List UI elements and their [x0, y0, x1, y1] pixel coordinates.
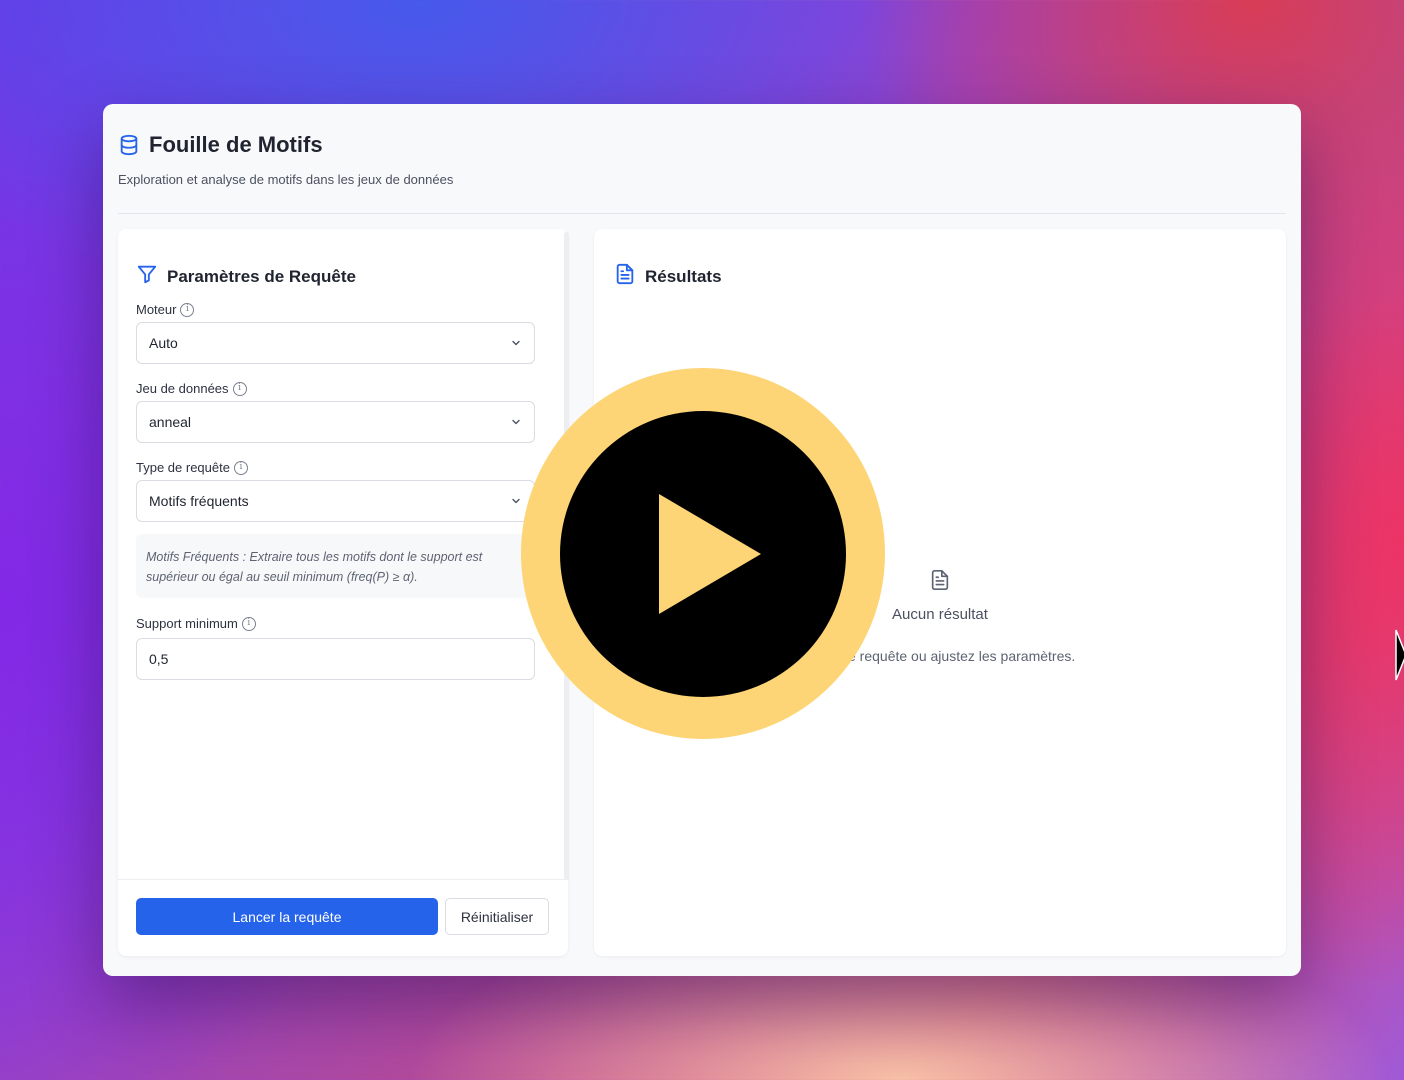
parameters-heading-label: Paramètres de Requête [167, 266, 356, 286]
title-row: Fouille de Motifs [118, 132, 1286, 158]
panel-footer-divider [118, 879, 568, 880]
reset-button[interactable]: Réinitialiser [445, 898, 549, 935]
min-support-input[interactable]: 0,5 [136, 638, 535, 680]
empty-hint: e requête ou ajustez les paramètres. [848, 648, 1076, 664]
dataset-label: Jeu de données i [136, 381, 247, 396]
mouse-cursor-icon [1395, 629, 1404, 681]
chevron-down-icon [512, 340, 520, 346]
query-type-select[interactable]: Motifs fréquents [136, 480, 535, 522]
play-icon [659, 493, 761, 614]
page-subtitle: Exploration et analyse de motifs dans le… [118, 172, 454, 187]
run-query-button[interactable]: Lancer la requête [136, 898, 438, 935]
query-type-label-text: Type de requête [136, 460, 230, 475]
filter-icon [136, 263, 158, 290]
page-header: Fouille de Motifs Exploration et analyse… [118, 132, 1286, 187]
query-parameters-panel: Paramètres de Requête Moteur i Auto Jeu … [118, 229, 568, 956]
dataset-select-value: anneal [149, 414, 192, 430]
info-icon[interactable]: i [180, 302, 195, 317]
play-button[interactable] [560, 410, 846, 697]
file-text-icon [614, 263, 636, 290]
engine-select-value: Auto [149, 335, 178, 351]
query-type-description: Motifs Fréquents : Extraire tous les mot… [136, 534, 535, 598]
dataset-select[interactable]: anneal [136, 401, 535, 443]
chevron-down-icon [512, 498, 520, 504]
file-text-icon [929, 569, 951, 591]
chevron-down-icon [512, 419, 520, 425]
info-icon[interactable]: i [241, 616, 256, 631]
query-type-select-value: Motifs fréquents [149, 493, 249, 509]
page-title: Fouille de Motifs [149, 132, 323, 157]
video-play-overlay[interactable] [521, 368, 885, 739]
min-support-label: Support minimum i [136, 616, 256, 631]
parameters-heading: Paramètres de Requête [136, 263, 356, 290]
engine-label-text: Moteur [136, 302, 177, 317]
info-icon[interactable]: i [233, 460, 248, 475]
min-support-value: 0,5 [149, 651, 169, 667]
database-icon [118, 134, 140, 156]
results-heading: Résultats [614, 263, 722, 290]
info-icon[interactable]: i [232, 381, 247, 396]
engine-select[interactable]: Auto [136, 322, 535, 364]
header-divider [118, 213, 1286, 214]
query-type-label: Type de requête i [136, 460, 248, 475]
results-heading-label: Résultats [645, 266, 722, 286]
dataset-label-text: Jeu de données [136, 381, 229, 396]
engine-label: Moteur i [136, 302, 195, 317]
min-support-label-text: Support minimum [136, 616, 238, 631]
